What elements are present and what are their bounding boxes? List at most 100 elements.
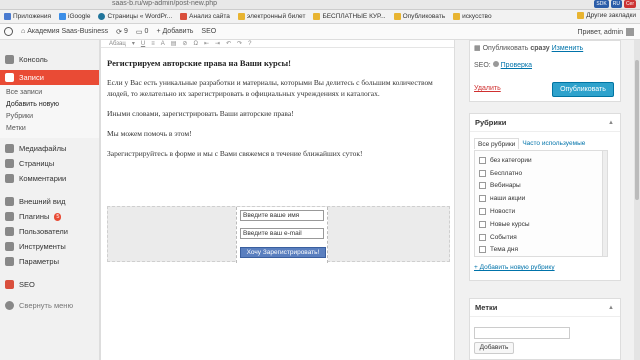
tab-all-categories[interactable]: Все рубрики [474,138,520,149]
categories-title[interactable]: Рубрики ▲ [470,114,620,132]
editor-content[interactable]: Регистрируем авторские права на Ваши кур… [101,48,454,159]
sidebar-item-posts[interactable]: Записи [0,70,99,85]
bookmark-analysis[interactable]: Анализ сайта [180,13,230,20]
content-paragraph: Иными словами, зарегистрировать Ваши авт… [107,109,294,118]
list-item[interactable]: наши акции [475,192,607,205]
checkbox[interactable] [479,220,486,228]
submenu-add-new[interactable]: Добавить новую [6,99,99,111]
sidebar-item-pages[interactable]: Страницы [0,156,99,171]
collapse-arrow-icon[interactable]: ▲ [608,114,614,132]
undo-button[interactable]: ↶ [226,40,231,47]
site-name[interactable]: ⌂ Академия Saas-Business [21,28,108,35]
category-label: События [490,233,517,241]
categories-scrollbar[interactable] [602,151,607,256]
checkbox[interactable] [479,233,486,241]
omega-button[interactable]: Ω [193,41,198,47]
plugins-update-badge: 5 [54,212,62,221]
sidebar-item-comments[interactable]: Комментарии [0,171,99,186]
text-color-button[interactable]: A [161,41,165,47]
delete-link[interactable]: Удалить [474,85,501,92]
sidebar-item-label: Параметры [19,257,59,266]
sidebar-item-label: Медиафайлы [19,144,67,153]
updates-link[interactable]: ⟳ 9 [116,28,128,36]
sidebar-item-seo[interactable]: SEO [0,277,99,292]
page-scrollbar[interactable] [634,40,640,360]
sidebar-item-dashboard[interactable]: Консоль [0,52,99,67]
tags-title[interactable]: Метки ▲ [470,299,620,317]
categories-list[interactable]: без категории Бесплатно Вебинары наши ак… [474,150,608,257]
collapse-arrow-icon[interactable]: ▲ [608,299,614,317]
seo-check-link[interactable]: Проверка [501,62,532,69]
post-editor[interactable]: Абзац ▾ U ≡ A ▤ ⊘ Ω ⇤ ⇥ ↶ ↷ ? Регистриру… [100,40,455,360]
outdent-button[interactable]: ⇤ [204,40,209,47]
sidebar-item-label: Инструменты [19,242,66,251]
add-new-link[interactable]: + Добавить [156,28,193,35]
seo-link[interactable]: SEO [201,28,216,35]
add-tag-button[interactable]: Добавить [474,342,514,354]
tab-popular-categories[interactable]: Часто используемые [519,138,588,149]
collapse-menu-button[interactable]: Свернуть меню [0,298,99,313]
sidebar-item-appearance[interactable]: Внешний вид [0,194,99,209]
help-button[interactable]: ? [248,41,251,47]
format-select[interactable]: Абзац [109,41,126,47]
list-item[interactable]: Бесплатно [475,167,607,180]
avatar [626,28,634,36]
email-field[interactable]: Введите ваш e-mail [240,228,324,239]
dropdown-icon[interactable]: ▾ [132,40,135,47]
list-item[interactable]: Вебинары [475,180,607,193]
greeting-text: Привет, admin [577,28,623,36]
underline-button[interactable]: U [141,41,145,47]
checkbox[interactable] [479,169,486,177]
sidebar-item-users[interactable]: Пользователи [0,224,99,239]
menu-separator [0,186,99,194]
bookmark-folder[interactable]: Опубликовать [393,13,445,20]
indent-button[interactable]: ⇥ [215,40,220,47]
submenu-categories[interactable]: Рубрики [6,111,99,123]
list-item[interactable]: Тема дня [475,244,607,256]
account-menu[interactable]: Привет, admin [577,28,634,36]
checkbox[interactable] [479,208,486,216]
bookmark-igoogle[interactable]: iGoogle [59,13,90,20]
extension-badge[interactable]: RU [610,0,622,8]
name-field[interactable]: Введите ваше имя [240,210,324,221]
justify-button[interactable]: ≡ [151,41,155,47]
publish-button[interactable]: Опубликовать [552,82,614,97]
extension-badge[interactable]: SDK [594,0,609,8]
tag-input[interactable] [474,327,570,339]
sidebar-item-media[interactable]: Медиафайлы [0,141,99,156]
scrollbar-thumb[interactable] [635,60,639,200]
bookmark-folder[interactable]: БЕСПЛАТНЫЕ КУР... [313,13,386,20]
checkbox[interactable] [479,182,486,190]
list-item[interactable]: без категории [475,154,607,167]
bookmark-wordpress[interactable]: Страницы « WordPr... [98,13,172,20]
sidebar-item-plugins[interactable]: Плагины 5 [0,209,99,224]
bookmark-folder[interactable]: искусство [453,13,492,20]
home-icon: ⌂ [21,28,26,35]
change-date-link[interactable]: Изменить [552,45,584,52]
comments-link[interactable]: ▭ 0 [136,28,149,36]
paste-text-button[interactable]: ▤ [171,40,177,47]
bookmark-folder[interactable]: электронный билет [237,13,305,20]
other-bookmarks[interactable]: Другие закладки [577,12,636,19]
list-item[interactable]: Новые курсы [475,218,607,231]
posts-submenu: Все записи Добавить новую Рубрики Метки [0,85,99,138]
list-item[interactable]: Новости [475,205,607,218]
submenu-tags[interactable]: Метки [6,123,99,135]
list-item[interactable]: События [475,231,607,244]
register-button[interactable]: Хочу Зарегистрировать! [240,247,326,258]
add-category-link[interactable]: + Добавить новую рубрику [474,264,555,271]
sidebar-item-tools[interactable]: Инструменты [0,239,99,254]
embedded-form-area[interactable]: Введите ваше имя Введите ваш e-mail Хочу… [107,206,450,263]
sidebar-item-settings[interactable]: Параметры [0,254,99,269]
wordpress-logo[interactable] [4,27,13,36]
extension-badge[interactable]: Cer [623,0,636,8]
checkbox[interactable] [479,246,486,254]
submenu-all-posts[interactable]: Все записи [6,87,99,99]
clear-format-button[interactable]: ⊘ [182,40,187,47]
bookmark-apps[interactable]: Приложения [4,13,51,20]
url-text[interactable]: saas-b.ru/wp-admin/post-new.php [112,0,217,7]
checkbox[interactable] [479,156,486,164]
redo-button[interactable]: ↷ [237,40,242,47]
checkbox[interactable] [479,195,486,203]
browser-url-bar[interactable]: saas-b.ru/wp-admin/post-new.php SDK RU C… [0,0,640,10]
